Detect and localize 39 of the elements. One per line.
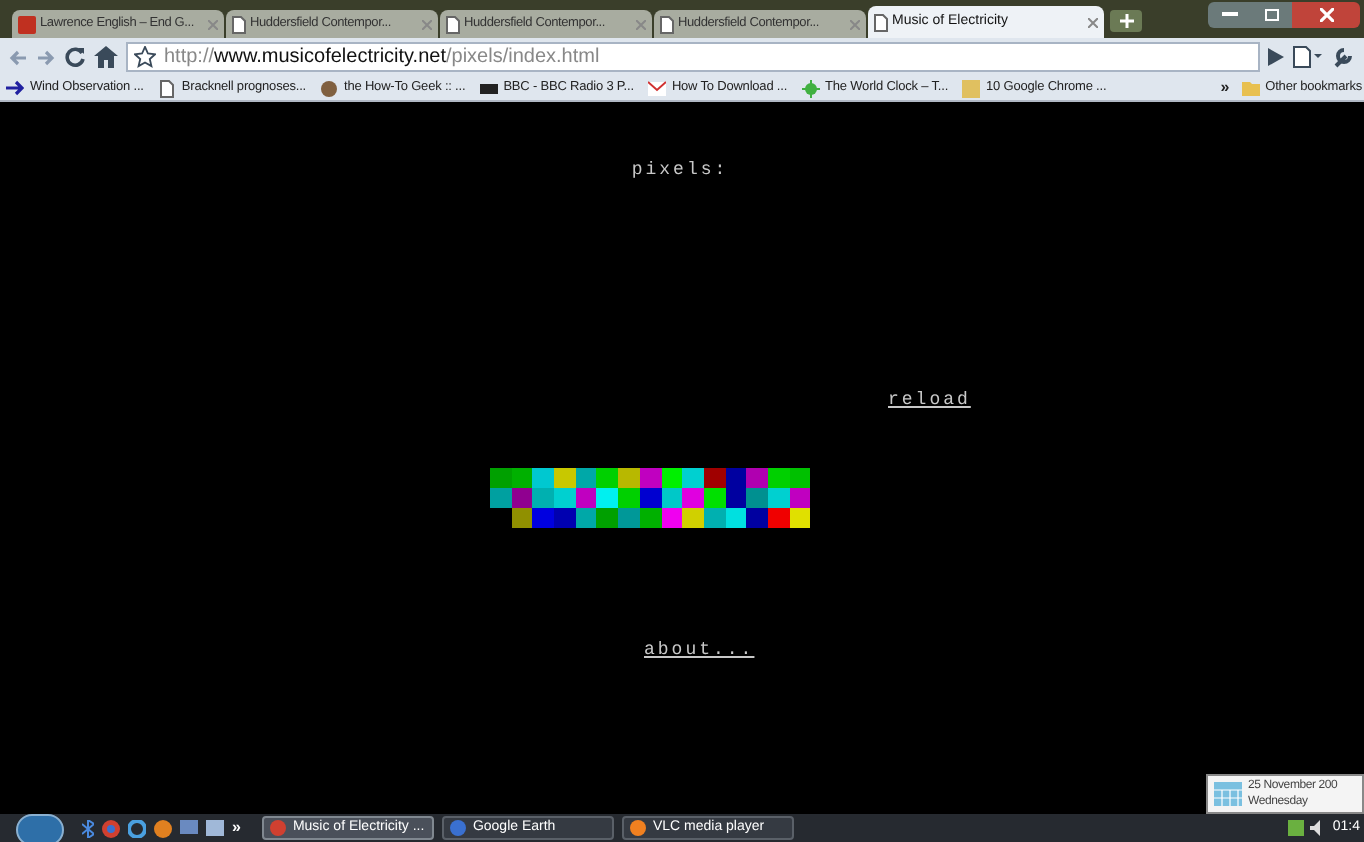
- address-bar[interactable]: http://www.musicofelectricity.net/pixels/index.html: [126, 42, 1260, 72]
- new-tab-button[interactable]: [1110, 10, 1142, 32]
- about-link[interactable]: about...: [644, 638, 755, 665]
- page-icon: [232, 15, 246, 33]
- reload-icon[interactable]: [64, 46, 86, 68]
- browser-icon[interactable]: [128, 819, 146, 837]
- start-button[interactable]: [16, 814, 64, 842]
- page-icon: [874, 13, 888, 31]
- chevron-icon[interactable]: »: [1220, 76, 1230, 100]
- plus-icon: [1119, 14, 1133, 28]
- reload-link[interactable]: reload: [888, 388, 971, 415]
- page-icon: [446, 15, 460, 33]
- url-text: http://www.musicofelectricity.net/pixels/index.html: [164, 44, 600, 72]
- play-icon[interactable]: [1268, 48, 1284, 66]
- restore-icon: [1264, 8, 1280, 22]
- bbc-icon: [479, 79, 498, 97]
- close-button[interactable]: [1292, 2, 1360, 28]
- page-heading: pixels:: [631, 158, 729, 184]
- restore-button[interactable]: [1252, 2, 1292, 28]
- home-icon[interactable]: [94, 46, 118, 68]
- monitor-icon[interactable]: [180, 820, 198, 836]
- minimize-icon: [1222, 12, 1238, 18]
- close-icon[interactable]: [1088, 17, 1098, 27]
- bluetooth-icon[interactable]: [82, 819, 94, 837]
- folder-icon: [1241, 80, 1260, 96]
- star-icon[interactable]: [134, 46, 156, 68]
- arrow-icon: [6, 79, 24, 97]
- network-icon[interactable]: [1288, 820, 1305, 836]
- wrench-icon[interactable]: [1332, 46, 1356, 68]
- favicon-icon: [18, 15, 36, 33]
- calendar-icon: [1214, 782, 1242, 806]
- minimize-button[interactable]: [1208, 2, 1252, 28]
- close-icon: [1319, 8, 1333, 22]
- avatar-icon: [320, 79, 339, 97]
- page-menu-icon[interactable]: [1292, 46, 1324, 68]
- page-icon: [660, 15, 674, 33]
- mail-icon: [647, 79, 666, 97]
- overflow-chevron[interactable]: »: [232, 816, 241, 840]
- starburst-icon: [801, 79, 820, 97]
